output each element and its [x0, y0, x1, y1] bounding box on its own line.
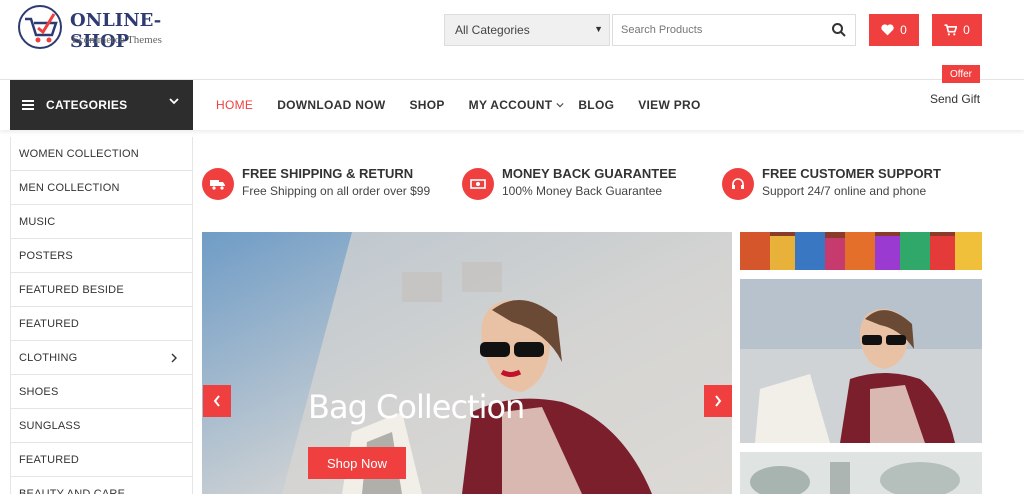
nav-download-now[interactable]: DOWNLOAD NOW	[277, 98, 385, 112]
sidebar-item-sunglass[interactable]: SUNGLASS	[11, 409, 192, 443]
headset-icon	[722, 168, 754, 200]
promo-image-top[interactable]	[740, 232, 982, 270]
chevron-right-icon	[171, 353, 177, 363]
nav-home[interactable]: HOME	[216, 98, 253, 112]
main-navbar: CATEGORIES HOME DOWNLOAD NOW SHOP MY ACC…	[0, 80, 1024, 130]
categories-toggle[interactable]: CATEGORIES	[10, 80, 193, 130]
money-icon	[462, 168, 494, 200]
feature-money-back: MONEY BACK GUARANTEE 100% Money Back Gua…	[462, 166, 677, 200]
sidebar-item-men-collection[interactable]: MEN COLLECTION	[11, 171, 192, 205]
sidebar-item-women-collection[interactable]: WOMEN COLLECTION	[11, 137, 192, 171]
logo-subtitle: Ecommerce Themes	[72, 34, 162, 46]
wishlist-count: 0	[900, 23, 907, 37]
chevron-down-icon	[556, 102, 564, 108]
sidebar-item-featured[interactable]: FEATURED	[11, 307, 192, 341]
sidebar-item-posters[interactable]: POSTERS	[11, 239, 192, 273]
woman-shopping-image	[740, 279, 982, 443]
wishlist-button[interactable]: 0	[869, 14, 919, 46]
sidebar-item-beauty-and-care[interactable]: BEAUTY AND CARE	[11, 477, 192, 494]
feature-subtitle: 100% Money Back Guarantee	[502, 184, 663, 198]
street-scene-image	[740, 452, 982, 494]
offer-badge: Offer	[942, 65, 980, 83]
slider-next-button[interactable]	[704, 385, 732, 417]
truck-icon	[202, 168, 234, 200]
site-logo[interactable]: ONLINE-SHOP Ecommerce Themes	[16, 2, 206, 52]
chevron-right-icon	[715, 395, 722, 407]
promo-image-bottom[interactable]	[740, 452, 982, 494]
feature-free-shipping: FREE SHIPPING & RETURN Free Shipping on …	[202, 166, 430, 200]
sidebar-item-featured-2[interactable]: FEATURED	[11, 443, 192, 477]
cart-logo-icon	[18, 5, 62, 49]
nav-my-account-label: MY ACCOUNT	[468, 98, 553, 112]
chevron-down-icon	[169, 98, 179, 105]
nav-view-pro[interactable]: VIEW PRO	[638, 98, 700, 112]
categories-label: CATEGORIES	[46, 98, 128, 112]
search-placeholder: Search Products	[621, 24, 703, 36]
sidebar-item-label: CLOTHING	[19, 351, 78, 364]
nav-blog[interactable]: BLOG	[578, 98, 614, 112]
promo-image-middle[interactable]	[740, 279, 982, 443]
feature-title: FREE SHIPPING & RETURN	[242, 166, 414, 181]
category-sidebar: WOMEN COLLECTION MEN COLLECTION MUSIC PO…	[10, 137, 193, 494]
feature-title: FREE CUSTOMER SUPPORT	[762, 166, 941, 181]
cart-button[interactable]: 0	[932, 14, 982, 46]
caret-down-icon: ▼	[594, 24, 603, 34]
cart-count: 0	[963, 23, 970, 37]
sidebar-item-clothing[interactable]: CLOTHING	[11, 341, 192, 375]
sidebar-item-shoes[interactable]: SHOES	[11, 375, 192, 409]
feature-customer-support: FREE CUSTOMER SUPPORT Support 24/7 onlin…	[722, 166, 941, 200]
hero-slider	[202, 232, 732, 494]
heart-icon	[881, 24, 894, 36]
site-header: ONLINE-SHOP Ecommerce Themes All Categor…	[0, 0, 1024, 80]
feature-subtitle: Free Shipping on all order over $99	[242, 184, 431, 198]
main-menu: HOME DOWNLOAD NOW SHOP MY ACCOUNT BLOG V…	[216, 80, 725, 130]
feature-subtitle: Support 24/7 online and phone	[762, 184, 927, 198]
nav-my-account[interactable]: MY ACCOUNT	[469, 98, 565, 112]
menu-bars-icon	[22, 100, 34, 110]
search-input[interactable]: Search Products	[612, 14, 856, 46]
cart-icon	[944, 24, 958, 36]
feature-title: MONEY BACK GUARANTEE	[502, 166, 677, 181]
slide-title: Bag Collection	[308, 388, 525, 426]
slider-prev-button[interactable]	[203, 385, 231, 417]
hero-image	[202, 232, 732, 494]
sidebar-item-music[interactable]: MUSIC	[11, 205, 192, 239]
category-select-value: All Categories	[455, 23, 530, 37]
nav-shop[interactable]: SHOP	[409, 98, 444, 112]
category-select[interactable]: All Categories ▼	[444, 14, 610, 46]
chevron-left-icon	[213, 395, 220, 407]
colorful-fabrics-image	[740, 232, 982, 270]
send-gift-link[interactable]: Send Gift	[930, 92, 980, 106]
sidebar-item-featured-beside[interactable]: FEATURED BESIDE	[11, 273, 192, 307]
search-icon[interactable]	[831, 22, 847, 38]
shop-now-button[interactable]: Shop Now	[308, 447, 406, 479]
